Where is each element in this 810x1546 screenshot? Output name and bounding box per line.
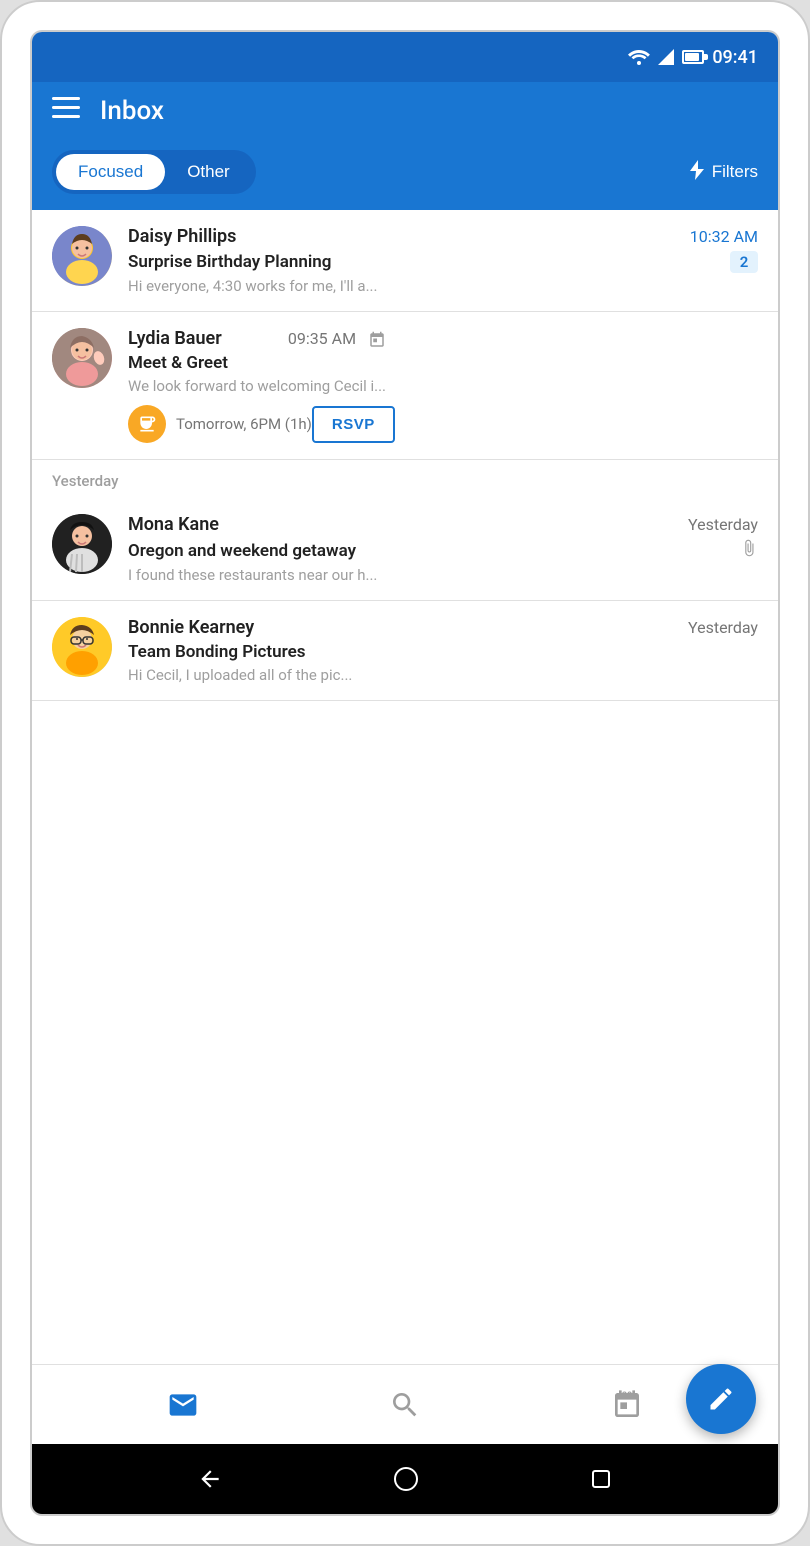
- email-time-bonnie: Yesterday: [688, 618, 758, 637]
- event-time-badge: Tomorrow, 6PM (1h): [128, 405, 312, 443]
- attachment-icon-mona: [740, 539, 758, 562]
- event-reminder-lydia: Tomorrow, 6PM (1h) RSVP: [128, 405, 395, 443]
- sender-name-mona: Mona Kane: [128, 514, 219, 535]
- signal-icon: [658, 49, 674, 65]
- email-header-lydia: Lydia Bauer 09:35 AM: [128, 328, 386, 349]
- home-button[interactable]: [393, 1466, 419, 1492]
- email-subject-daisy: Surprise Birthday Planning 2: [128, 251, 758, 273]
- email-item-mona[interactable]: Mona Kane Yesterday Oregon and weekend g…: [32, 498, 778, 601]
- tabs-bar: Focused Other Filters: [32, 140, 778, 210]
- tabs-group: Focused Other: [52, 150, 256, 194]
- email-header-bonnie: Bonnie Kearney Yesterday: [128, 617, 758, 638]
- email-preview-daisy: Hi everyone, 4:30 works for me, I'll a..…: [128, 277, 758, 295]
- rsvp-button[interactable]: RSVP: [312, 406, 395, 443]
- wifi-icon: [628, 49, 650, 65]
- nav-search[interactable]: [369, 1381, 441, 1429]
- sender-name-lydia: Lydia Bauer: [128, 328, 222, 349]
- email-time-mona: Yesterday: [688, 515, 758, 534]
- avatar-lydia: [52, 328, 112, 388]
- email-subject-mona: Oregon and weekend getaway: [128, 539, 758, 562]
- nav-calendar[interactable]: 20: [591, 1381, 663, 1429]
- calendar-icon-lydia: [368, 329, 386, 348]
- status-time: 09:41: [712, 47, 758, 68]
- email-time-daisy: 10:32 AM: [690, 227, 758, 246]
- email-content-bonnie: Bonnie Kearney Yesterday Team Bonding Pi…: [128, 617, 758, 684]
- nav-mail[interactable]: [147, 1381, 219, 1429]
- compose-fab[interactable]: [686, 1364, 756, 1434]
- email-preview-mona: I found these restaurants near our h...: [128, 566, 758, 584]
- sender-name-daisy: Daisy Phillips: [128, 226, 236, 247]
- app-bar-title: Inbox: [100, 96, 164, 126]
- filters-button[interactable]: Filters: [690, 160, 758, 185]
- badge-count-daisy: 2: [730, 251, 758, 273]
- email-list: Daisy Phillips 10:32 AM Surprise Birthda…: [32, 210, 778, 1364]
- status-icons: 09:41: [628, 47, 758, 68]
- battery-icon: [682, 50, 704, 64]
- email-subject-bonnie: Team Bonding Pictures: [128, 642, 758, 662]
- avatar-daisy: [52, 226, 112, 286]
- email-preview-lydia: We look forward to welcoming Cecil i...: [128, 377, 386, 395]
- coffee-icon: [128, 405, 166, 443]
- email-item-lydia[interactable]: Lydia Bauer 09:35 AM: [32, 312, 778, 460]
- email-preview-bonnie: Hi Cecil, I uploaded all of the pic...: [128, 666, 758, 684]
- email-header-mona: Mona Kane Yesterday: [128, 514, 758, 535]
- section-header-yesterday: Yesterday: [32, 460, 778, 498]
- focused-tab[interactable]: Focused: [56, 154, 165, 190]
- event-time-text: Tomorrow, 6PM (1h): [176, 415, 312, 433]
- email-subject-lydia: Meet & Greet: [128, 353, 386, 373]
- email-content-lydia: Lydia Bauer 09:35 AM: [128, 328, 386, 395]
- email-header-daisy: Daisy Phillips 10:32 AM: [128, 226, 758, 247]
- sender-name-bonnie: Bonnie Kearney: [128, 617, 254, 638]
- bolt-icon: [690, 160, 704, 185]
- filters-label: Filters: [712, 162, 758, 182]
- avatar-mona: [52, 514, 112, 574]
- android-nav: [32, 1444, 778, 1514]
- back-button[interactable]: [197, 1466, 223, 1492]
- email-content-mona: Mona Kane Yesterday Oregon and weekend g…: [128, 514, 758, 584]
- avatar-bonnie: [52, 617, 112, 677]
- email-item-bonnie[interactable]: Bonnie Kearney Yesterday Team Bonding Pi…: [32, 601, 778, 701]
- email-time-lydia: 09:35 AM: [288, 329, 386, 349]
- email-content-daisy: Daisy Phillips 10:32 AM Surprise Birthda…: [128, 226, 758, 295]
- hamburger-icon[interactable]: [52, 97, 80, 125]
- recents-button[interactable]: [589, 1467, 613, 1491]
- email-item-daisy[interactable]: Daisy Phillips 10:32 AM Surprise Birthda…: [32, 210, 778, 312]
- app-bar: Inbox: [32, 82, 778, 140]
- status-bar: 09:41: [32, 32, 778, 82]
- bottom-nav: 20: [32, 1364, 778, 1444]
- other-tab[interactable]: Other: [165, 154, 252, 190]
